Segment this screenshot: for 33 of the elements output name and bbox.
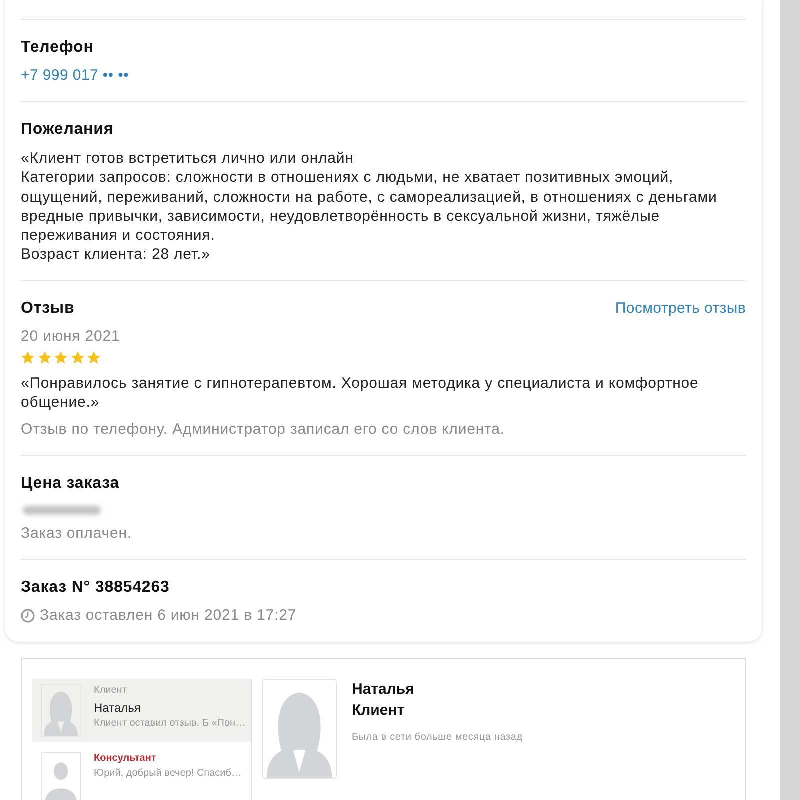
conversation-item[interactable]: Клиент Наталья Клиент оставил отзыв. Б «Пон… (32, 679, 251, 742)
wishes-text: «Клиент готов встретиться лично или онлайн Категории запросов: сложности в отношениях с людьми, не хватает позитивных эмоций, ощущений, переживаний, сложности на работе, с самореализацией, в отношениях с деньгами вредные привычки, зависимости, неудовлетворённость в сексуальной жизни, тяжёлые переживания и состояния. Возраст клиента: 28 лет.» (21, 149, 718, 265)
review-note: Отзыв по телефону. Администратор записал его со слов клиента. (21, 420, 506, 440)
woman-silhouette-icon (41, 684, 81, 738)
section-heading: Цена заказа (21, 474, 121, 494)
message-preview: Клиент оставил отзыв. Б «Пон… (94, 717, 246, 732)
star-icon (54, 350, 68, 365)
conversation-item[interactable]: Консультант Юрий, добрый вечер! Спасиб… (32, 747, 251, 800)
message-preview: Юрий, добрый вечер! Спасиб… (94, 767, 242, 782)
star-icon (38, 350, 52, 365)
woman-silhouette-icon (262, 679, 337, 780)
section-heading: Пожелания (21, 120, 115, 140)
scrollbar[interactable] (780, 0, 800, 800)
conversation-role: Консультант (94, 752, 158, 766)
section-heading: Телефон (21, 38, 95, 58)
review-quote: «Понравилось занятие с гипнотерапевтом. Хорошая методика у специалиста и комфортное общение.» (21, 374, 700, 412)
clock-icon (21, 609, 35, 624)
star-icon (21, 350, 35, 365)
conversation-name: Наталья (94, 700, 142, 716)
review-date: 20 июня 2021 (21, 326, 122, 347)
profile-role: Клиент (352, 701, 406, 722)
man-silhouette-icon (41, 752, 81, 800)
conversation-role: Клиент (94, 684, 128, 698)
section-heading: Отзыв (21, 298, 75, 319)
section-heading: Заказ N° 38854263 (21, 578, 171, 598)
view-review-link[interactable]: Посмотреть отзыв (615, 298, 746, 319)
payment-status: Заказ оплачен. (21, 524, 133, 544)
profile-name: Наталья (352, 680, 416, 700)
star-icon (87, 350, 101, 365)
order-created-time: Заказ оставлен 6 июн 2021 в 17:27 (40, 606, 297, 626)
star-icon (70, 350, 84, 365)
last-seen-status: Была в сети больше месяца назад (352, 731, 523, 746)
phone-link[interactable]: +7 999 017 •• •• (21, 66, 130, 86)
